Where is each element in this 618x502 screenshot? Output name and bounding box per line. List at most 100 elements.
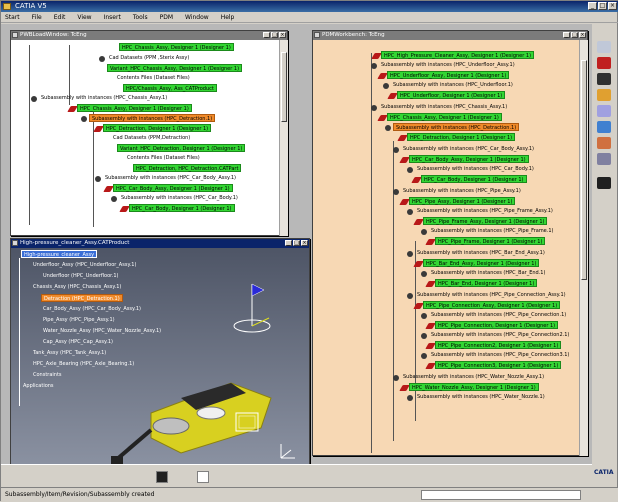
tree-node[interactable]: HPC_Chassis_Assy, Designer 1 (Designer 1… [387, 113, 502, 121]
menu-tools[interactable]: Tools [133, 12, 148, 22]
navigate-icon[interactable] [597, 153, 611, 165]
menu-pdm[interactable]: PDM [160, 12, 173, 22]
product-tree-node[interactable]: Chassis_Assy (HPC_Chassis_Assy.1) [31, 283, 123, 291]
tree-node[interactable]: Subassembly with instances (HPC_Pipe_Con… [415, 291, 568, 299]
minimize-button[interactable]: _ [563, 32, 570, 38]
tree-node[interactable]: Subassembly with instances (HPC_Car_Body… [415, 165, 536, 173]
tree-node[interactable]: HPC_Chassis_Assy, Designer 1 (Designer 1… [77, 104, 192, 112]
product-tree-node[interactable]: Water_Nozzle_Assy (HPC_Water_Nozzle_Assy… [41, 327, 163, 335]
tree-node[interactable]: Variant_HPC_Chassis_Assy, Designer 1 (De… [107, 64, 243, 72]
cut-tool-icon[interactable] [597, 57, 611, 69]
product-tree-node[interactable]: Underfloor_Assy (HPC_Underfloor_Assy.1) [31, 261, 138, 269]
tree-node[interactable]: HPC_Detraction, HPC_Detraction.CATPart [133, 164, 242, 172]
select-icon[interactable] [597, 121, 611, 133]
close-button[interactable]: × [279, 32, 286, 38]
tree-node[interactable]: Contents Files (Dataset Files) [115, 74, 192, 82]
tree-node[interactable]: Subassembly with instances (HPC_Car_Body… [119, 194, 240, 202]
product-tree-node[interactable]: Tank_Assy (HPC_Tank_Assy.1) [31, 349, 108, 357]
scrollbar-thumb[interactable] [581, 60, 587, 280]
product-tree-node-selected[interactable]: Detraction (HPC_Detraction.1) [41, 294, 123, 302]
tree-node[interactable]: Subassembly with instances (HPC_Chassis_… [39, 94, 169, 102]
menu-file[interactable]: File [32, 12, 42, 22]
tree-node[interactable]: Subassembly with instances (HPC_Pipe_Con… [429, 331, 571, 339]
tree-node-selected[interactable]: Subassembly with instances (HPC_Detracti… [89, 114, 216, 122]
maximize-button[interactable]: □ [271, 32, 278, 38]
3d-viewport[interactable]: High-pressure_cleaner_Assy Underfloor_As… [11, 248, 309, 471]
tree-node[interactable]: Subassembly with instances (HPC_Underflo… [379, 61, 517, 69]
tree-node[interactable]: Contents Files (Dataset Files) [125, 154, 202, 162]
tree-node[interactable]: HPC_Car_Body, Designer 1 (Designer 1) [129, 204, 235, 212]
tree-node[interactable]: HPC_Bar_End, Designer 1 (Designer 1) [435, 279, 538, 287]
minimize-button[interactable]: _ [263, 32, 270, 38]
tree-node[interactable]: HPC_Pipe_Connection, Designer 1 (Designe… [435, 321, 559, 329]
menu-window[interactable]: Window [185, 12, 209, 22]
tree-node-selected[interactable]: Subassembly with instances (HPC_Detracti… [393, 123, 520, 131]
tree-node[interactable]: Subassembly with instances (HPC_Pipe_Fra… [429, 227, 555, 235]
maximize-button[interactable]: □ [571, 32, 578, 38]
tree-node[interactable]: Subassembly with instances (HPC_Pipe_Con… [429, 311, 568, 319]
minimize-button[interactable]: _ [285, 240, 292, 246]
maximize-button[interactable]: □ [293, 240, 300, 246]
pwb-load-window-titlebar[interactable]: PWBLoadWindow: TcEng _ □ × [11, 31, 287, 40]
tree-node[interactable]: Subassembly with instances (HPC_Pipe_Ass… [401, 187, 523, 195]
product-tree-node[interactable]: Car_Body_Assy (HPC_Car_Body_Assy.1) [41, 305, 143, 313]
product-tree-node[interactable]: Applications [21, 382, 56, 390]
tree-node[interactable]: Subassembly with instances (HPC_Pipe_Con… [429, 351, 571, 359]
pdm-workbench-window[interactable]: PDMWorkbench: TcEng _ □ × HPC_High_Pressur… [312, 30, 588, 456]
tree-node[interactable]: HPC_Car_Body, Designer 1 (Designer 1) [421, 175, 527, 183]
vertical-scrollbar[interactable] [279, 40, 288, 236]
tree-node[interactable]: Subassembly with instances (HPC_Car_Body… [103, 174, 238, 182]
tree-node[interactable]: HPC_Pipe_Connection3, Designer 1 (Design… [435, 361, 562, 369]
product-tree-node[interactable]: Underfloor (HPC_Underfloor.1) [41, 272, 120, 280]
sketch-tool-icon[interactable] [597, 41, 611, 53]
product-tree-node[interactable]: Pipe_Assy (HPC_Pipe_Assy.1) [41, 316, 117, 324]
material-icon[interactable] [597, 137, 611, 149]
vertical-scrollbar[interactable] [579, 40, 588, 456]
command-input[interactable] [421, 490, 581, 500]
compass-icon[interactable] [229, 278, 275, 338]
tree-node[interactable]: Variant_HPC_Detraction, Designer 1 (Desi… [117, 144, 246, 152]
pwb-load-window[interactable]: PWBLoadWindow: TcEng _ □ × HPC_Chassis_Ass… [10, 30, 288, 236]
menu-view[interactable]: View [77, 12, 91, 22]
render-icon[interactable] [597, 177, 611, 189]
tree-node[interactable]: Subassembly with instances (HPC_Chassis_… [379, 103, 509, 111]
menu-help[interactable]: Help [221, 12, 235, 22]
tree-node[interactable]: HPC_Car_Body_Assy, Designer 1 (Designer … [409, 155, 529, 163]
product-tree-node[interactable]: Cap_Assy (HPC_Cap_Assy.1) [41, 338, 115, 346]
tree-node[interactable]: HPC_Pipe_Connection_Assy, Designer 1 (De… [423, 301, 561, 309]
product-tree-root[interactable]: High-pressure_cleaner_Assy [21, 250, 98, 258]
menu-edit[interactable]: Edit [54, 12, 66, 22]
binoculars-icon[interactable] [597, 73, 611, 85]
close-button[interactable]: × [301, 240, 308, 246]
cube-icon[interactable] [597, 105, 611, 117]
tree-node[interactable]: Subassembly with instances (HPC_Car_Body… [401, 145, 536, 153]
tree-node[interactable]: HPC_Underfloor, Designer 1 (Designer 1) [397, 91, 506, 99]
tree-node[interactable]: Subassembly with instances (HPC_Pipe_Fra… [415, 207, 555, 215]
tree-node[interactable]: Subassembly with instances (HPC_Water_No… [401, 373, 546, 381]
tree-node[interactable]: HPC_Detraction, Designer 1 (Designer 1) [103, 124, 212, 132]
tree-node[interactable]: Subassembly with instances (HPC_Bar_End.… [429, 269, 547, 277]
cleaner-model-render[interactable] [111, 368, 281, 468]
menu-start[interactable]: Start [5, 12, 20, 22]
product-tree-node[interactable]: HPC_Axle_Bearing (HPC_Axle_Bearing.1) [31, 360, 136, 368]
tree-node[interactable]: HPC_Water_Nozzle_Assy, Designer 1 (Desig… [409, 383, 539, 391]
tree-node[interactable]: Subassembly with instances (HPC_Underflo… [391, 81, 515, 89]
tree-node[interactable]: HPC_Chassis_Assy, Designer 1 (Designer 1… [119, 43, 234, 51]
maximize-button[interactable]: □ [598, 2, 607, 10]
tree-node[interactable]: HPC/Chassis_Assy, Ass_CATProduct [123, 84, 217, 92]
menu-insert[interactable]: Insert [104, 12, 121, 22]
product-window-titlebar[interactable]: High-pressure_cleaner_Assy.CATProduct _ □… [11, 239, 309, 248]
tree-node[interactable]: HPC_Pipe_Connection2, Designer 1 (Design… [435, 341, 562, 349]
pdm-workbench-window-titlebar[interactable]: PDMWorkbench: TcEng _ □ × [313, 31, 587, 40]
product-window[interactable]: High-pressure_cleaner_Assy.CATProduct _ □… [10, 238, 310, 472]
tree-node[interactable]: Cad Datasets (PPM,Detraction) [111, 134, 192, 142]
tree-node[interactable]: HPC_Pipe_Frame, Designer 1 (Designer 1) [435, 237, 546, 245]
minimize-button[interactable]: _ [588, 2, 597, 10]
parts-icon[interactable] [597, 89, 611, 101]
tree-node[interactable]: HPC_Detraction, Designer 1 (Designer 1) [407, 133, 516, 141]
close-button[interactable]: × [579, 32, 586, 38]
product-tree-node[interactable]: Constraints [31, 371, 64, 379]
tree-node[interactable]: HPC_High_Pressure_Cleaner_Assy, Designer… [381, 51, 535, 59]
grid-mode-icon[interactable] [197, 471, 209, 483]
tree-node[interactable]: HPC_Bar_End_Assy, Designer 1 (Designer 1… [423, 259, 540, 267]
